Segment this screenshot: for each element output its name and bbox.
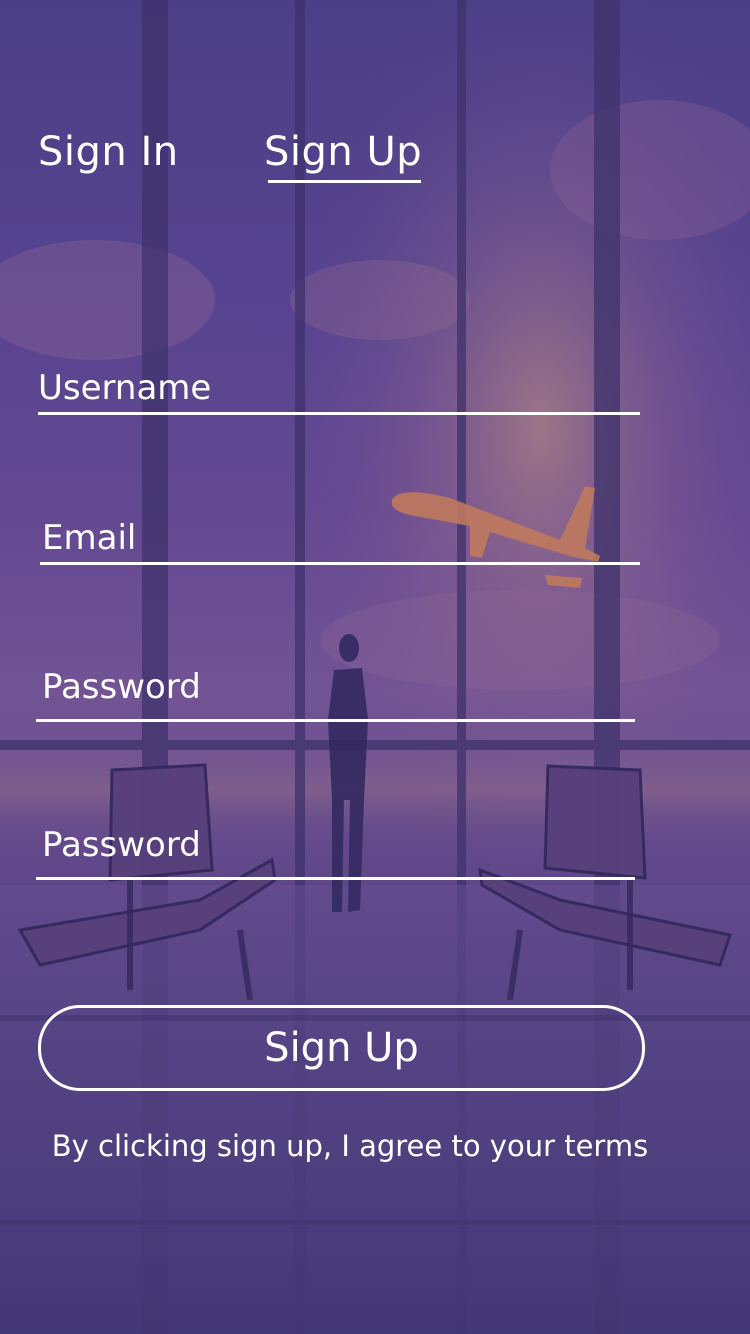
tab-sign-up[interactable]: Sign Up xyxy=(264,126,422,178)
active-tab-indicator xyxy=(268,180,421,183)
tab-sign-in[interactable]: Sign In xyxy=(38,126,179,178)
email-underline xyxy=(40,562,640,565)
terms-text: By clicking sign up, I agree to your ter… xyxy=(51,1129,649,1163)
password-underline xyxy=(36,719,635,722)
sign-up-button[interactable]: Sign Up xyxy=(38,1005,645,1091)
username-input[interactable] xyxy=(38,366,638,410)
password-input[interactable] xyxy=(42,665,634,709)
signup-screen: Sign In Sign Up Sign Up By clicking sign… xyxy=(0,0,750,1334)
confirm-password-underline xyxy=(36,877,635,880)
email-input[interactable] xyxy=(42,516,638,560)
username-underline xyxy=(38,412,640,415)
confirm-password-input[interactable] xyxy=(42,823,634,867)
